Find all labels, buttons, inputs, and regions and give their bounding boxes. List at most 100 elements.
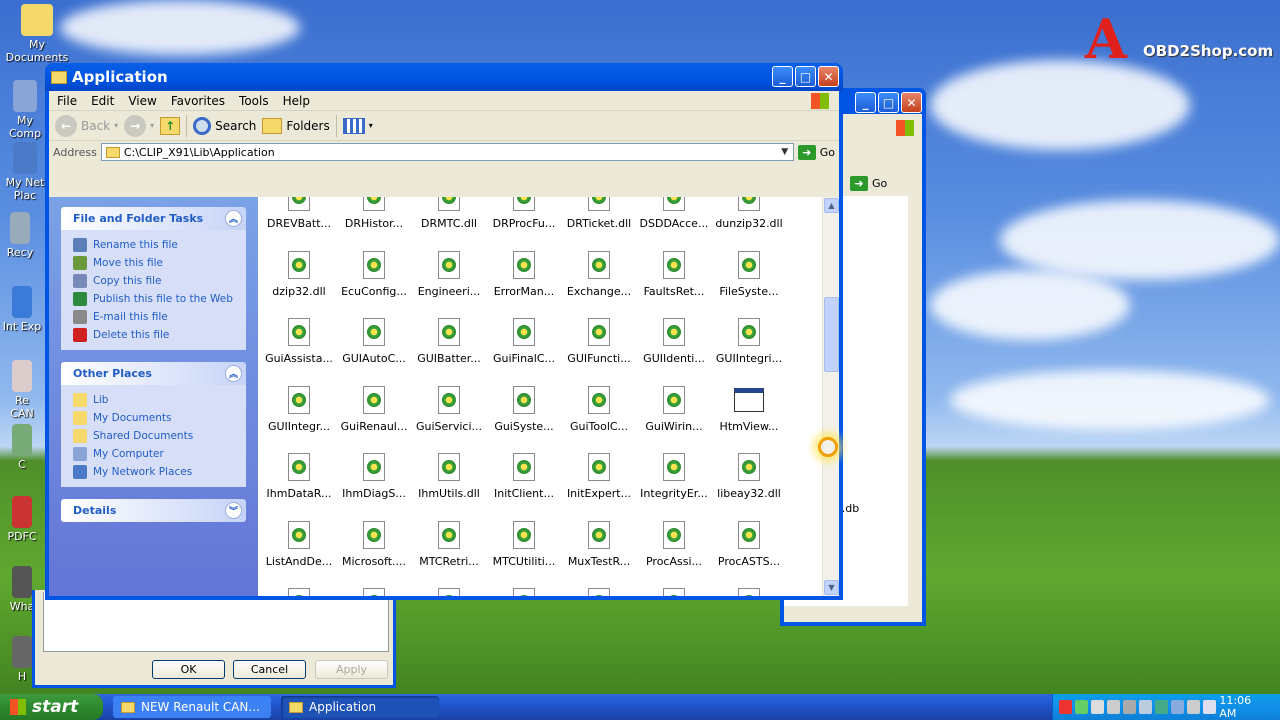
tray-icon[interactable] bbox=[1107, 700, 1121, 714]
file-item[interactable]: Exchange... bbox=[561, 250, 637, 317]
cancel-button[interactable]: Cancel bbox=[233, 660, 306, 679]
taskbar-item-application[interactable]: Application bbox=[281, 696, 439, 718]
desktop-icon-c[interactable]: C bbox=[2, 424, 42, 471]
other-place-link-1[interactable]: My Documents bbox=[73, 409, 238, 427]
file-item[interactable]: DREVBatt... bbox=[261, 197, 337, 249]
desktop-icon-recycle[interactable]: Recy bbox=[2, 212, 38, 259]
panel-header[interactable]: File and Folder Tasks ︽ bbox=[61, 207, 246, 230]
other-place-link-4[interactable]: My Network Places bbox=[73, 463, 238, 481]
desktop-icon-ie[interactable]: Int Exp bbox=[2, 286, 42, 333]
search-button[interactable]: Search bbox=[193, 116, 256, 135]
file-item[interactable]: GuiRenaul... bbox=[336, 385, 412, 452]
back-button[interactable]: ← Back ▾ bbox=[55, 114, 118, 137]
file-item[interactable]: ProcAutoV... bbox=[336, 588, 412, 596]
file-item[interactable]: MTCUtiliti... bbox=[486, 520, 562, 587]
tray-icon[interactable] bbox=[1139, 700, 1153, 714]
file-item[interactable]: IhmUtils.dll bbox=[411, 453, 487, 519]
file-item[interactable]: ProcAuto... bbox=[261, 588, 337, 596]
tray-icon[interactable] bbox=[1091, 700, 1105, 714]
file-item[interactable]: ProcAssi... bbox=[636, 520, 712, 587]
file-item[interactable]: InitClient... bbox=[486, 453, 562, 519]
minimize-button[interactable]: _ bbox=[772, 66, 793, 87]
apply-button[interactable]: Apply bbox=[315, 660, 388, 679]
file-item[interactable]: GuiFinalC... bbox=[486, 318, 562, 384]
chevron-down-icon[interactable]: ︾ bbox=[225, 502, 242, 519]
tray-icon[interactable] bbox=[1171, 700, 1185, 714]
tray-icon[interactable] bbox=[1123, 700, 1137, 714]
panel-header[interactable]: Other Places ︽ bbox=[61, 362, 246, 385]
panel-header[interactable]: Details ︾ bbox=[61, 499, 246, 522]
file-item[interactable]: GUIIdenti... bbox=[636, 318, 712, 384]
other-place-link-2[interactable]: Shared Documents bbox=[73, 427, 238, 445]
file-item[interactable]: IhmDataR... bbox=[261, 453, 337, 519]
file-task-link-2[interactable]: Copy this file bbox=[73, 272, 238, 290]
tray-icon[interactable] bbox=[1155, 700, 1169, 714]
file-item[interactable]: IntegrityEr... bbox=[636, 453, 712, 519]
file-item[interactable]: GUIIntegri... bbox=[711, 318, 787, 384]
file-item[interactable]: InitExpert... bbox=[561, 453, 637, 519]
tray-icon[interactable] bbox=[1187, 700, 1201, 714]
file-item[interactable]: GUIBatter... bbox=[411, 318, 487, 384]
other-place-link-0[interactable]: Lib bbox=[73, 391, 238, 409]
file-item[interactable]: DRProcFu... bbox=[486, 197, 562, 249]
file-item[interactable]: ErrorMan... bbox=[486, 250, 562, 317]
file-item[interactable]: GuiSyste... bbox=[486, 385, 562, 452]
file-item[interactable]: GUIAutoC... bbox=[336, 318, 412, 384]
file-item[interactable]: DRMTC.dll bbox=[411, 197, 487, 249]
menu-view[interactable]: View bbox=[128, 94, 156, 108]
desktop-icon-my-documents[interactable]: My Documents bbox=[2, 4, 72, 64]
chevron-down-icon[interactable]: ▼ bbox=[777, 144, 793, 160]
title-bar[interactable]: Application _ □ ✕ bbox=[45, 63, 843, 91]
file-item[interactable]: Microsoft.... bbox=[336, 520, 412, 587]
chevron-up-icon[interactable]: ︽ bbox=[225, 365, 242, 382]
menu-help[interactable]: Help bbox=[283, 94, 310, 108]
forward-button[interactable]: → ▾ bbox=[124, 114, 154, 137]
file-item[interactable]: GuiServici... bbox=[411, 385, 487, 452]
file-item[interactable]: FaultsRet... bbox=[636, 250, 712, 317]
scroll-up-arrow-icon[interactable]: ▲ bbox=[824, 198, 839, 213]
menu-file[interactable]: File bbox=[57, 94, 77, 108]
file-item[interactable]: ListAndDe... bbox=[261, 520, 337, 587]
file-item[interactable]: MuxTestR... bbox=[561, 520, 637, 587]
file-task-link-0[interactable]: Rename this file bbox=[73, 236, 238, 254]
go-button[interactable]: ➜ Go bbox=[797, 144, 835, 160]
views-button[interactable]: ▾ bbox=[342, 117, 373, 134]
file-item[interactable]: ProcBatter... bbox=[411, 588, 487, 596]
file-item[interactable]: FileSyste... bbox=[711, 250, 787, 317]
maximize-button[interactable]: □ bbox=[878, 92, 899, 113]
file-item[interactable]: DRTicket.dll bbox=[561, 197, 637, 249]
file-item[interactable]: GUIFuncti... bbox=[561, 318, 637, 384]
menu-tools[interactable]: Tools bbox=[239, 94, 269, 108]
file-item[interactable]: DRHistor... bbox=[336, 197, 412, 249]
start-button[interactable]: start bbox=[0, 694, 103, 720]
file-task-link-1[interactable]: Move this file bbox=[73, 254, 238, 272]
file-item[interactable]: Engineeri... bbox=[411, 250, 487, 317]
file-item[interactable]: ProcASTS... bbox=[711, 520, 787, 587]
file-task-link-5[interactable]: Delete this file bbox=[73, 326, 238, 344]
vertical-scrollbar[interactable]: ▲ ▼ bbox=[822, 197, 839, 596]
tray-icon[interactable] bbox=[1075, 700, 1089, 714]
tray-icon[interactable] bbox=[1203, 700, 1217, 714]
other-place-link-3[interactable]: My Computer bbox=[73, 445, 238, 463]
desktop-icon-renault[interactable]: Re CAN bbox=[2, 360, 42, 420]
file-item[interactable]: HtmView... bbox=[711, 386, 787, 452]
file-item[interactable]: EcuConfig... bbox=[336, 250, 412, 317]
file-item[interactable]: dzip32.dll bbox=[261, 250, 337, 317]
ok-button[interactable]: OK bbox=[152, 660, 225, 679]
file-item[interactable]: IhmDiagS... bbox=[336, 453, 412, 519]
menu-edit[interactable]: Edit bbox=[91, 94, 114, 108]
file-item[interactable]: GuiToolC... bbox=[561, 385, 637, 452]
desktop-icon-my-computer[interactable]: My Comp bbox=[2, 80, 48, 140]
folders-button[interactable]: Folders bbox=[262, 117, 330, 134]
desktop-icon-network[interactable]: My Net Plac bbox=[2, 142, 48, 202]
maximize-button[interactable]: □ bbox=[795, 66, 816, 87]
desktop-icon-pdf[interactable]: PDFC bbox=[2, 496, 42, 543]
close-button[interactable]: ✕ bbox=[901, 92, 922, 113]
file-item[interactable]: DSDDAcce... bbox=[636, 197, 712, 249]
menu-favorites[interactable]: Favorites bbox=[171, 94, 225, 108]
address-field[interactable]: C:\CLIP_X91\Lib\Application ▼ bbox=[100, 143, 794, 161]
close-button[interactable]: ✕ bbox=[818, 66, 839, 87]
scroll-thumb[interactable] bbox=[824, 297, 839, 372]
file-item[interactable]: GUIIntegr... bbox=[261, 385, 337, 452]
file-item[interactable]: ProcDiagS... bbox=[636, 588, 712, 596]
